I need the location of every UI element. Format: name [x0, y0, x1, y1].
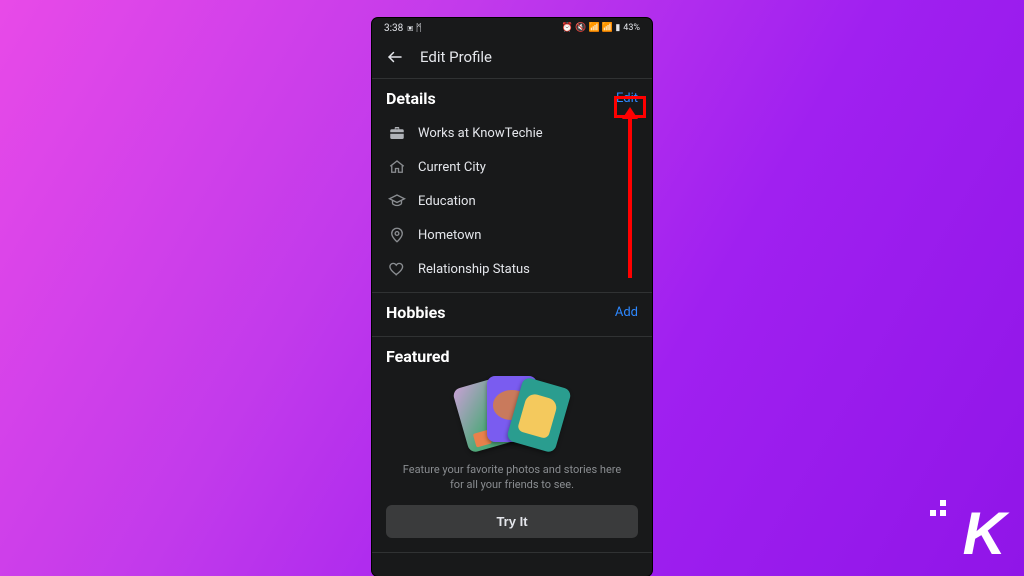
section-next-divider [372, 552, 652, 569]
detail-row-relationship[interactable]: Relationship Status [386, 252, 638, 286]
status-time: 3:38 [384, 23, 403, 34]
home-icon [388, 158, 406, 176]
section-featured: Featured Feature your favorite photos an… [372, 336, 652, 552]
brand-logo: K [963, 504, 1004, 564]
detail-label: Relationship Status [418, 262, 530, 277]
detail-label: Current City [418, 160, 486, 175]
detail-label: Education [418, 194, 476, 209]
section-title-details: Details [386, 89, 436, 108]
detail-label: Works at KnowTechie [418, 126, 543, 141]
section-title-featured: Featured [386, 347, 450, 366]
detail-row-work[interactable]: Works at KnowTechie [386, 116, 638, 150]
details-edit-action[interactable]: Edit [616, 91, 638, 106]
detail-row-education[interactable]: Education [386, 184, 638, 218]
phone-frame: 3:38 ▣ ᛗ ⏰ 🔇 📶 📶 ▮ 43% Edit Profile Deta… [372, 18, 652, 576]
brand-dots-icon [930, 500, 946, 516]
briefcase-icon [388, 124, 406, 142]
page-header: Edit Profile [372, 38, 652, 79]
status-left-icons: ▣ ᛗ [407, 23, 421, 34]
featured-description: Feature your favorite photos and stories… [386, 462, 638, 493]
section-hobbies: Hobbies Add [372, 292, 652, 336]
detail-row-city[interactable]: Current City [386, 150, 638, 184]
heart-icon [388, 260, 406, 278]
status-right-icons: ⏰ 🔇 📶 📶 ▮ [562, 23, 621, 33]
status-battery-text: 43% [623, 23, 640, 33]
page-title: Edit Profile [420, 48, 492, 66]
detail-label: Hometown [418, 228, 481, 243]
status-bar: 3:38 ▣ ᛗ ⏰ 🔇 📶 📶 ▮ 43% [372, 18, 652, 38]
hobbies-add-action[interactable]: Add [615, 305, 638, 320]
featured-card-stack [452, 374, 572, 452]
section-title-hobbies: Hobbies [386, 303, 445, 322]
map-pin-icon [388, 226, 406, 244]
featured-try-button[interactable]: Try It [386, 505, 638, 538]
back-arrow-icon[interactable] [386, 48, 404, 66]
section-details: Details Edit Works at KnowTechie Current… [372, 79, 652, 292]
detail-row-hometown[interactable]: Hometown [386, 218, 638, 252]
graduation-cap-icon [388, 192, 406, 210]
